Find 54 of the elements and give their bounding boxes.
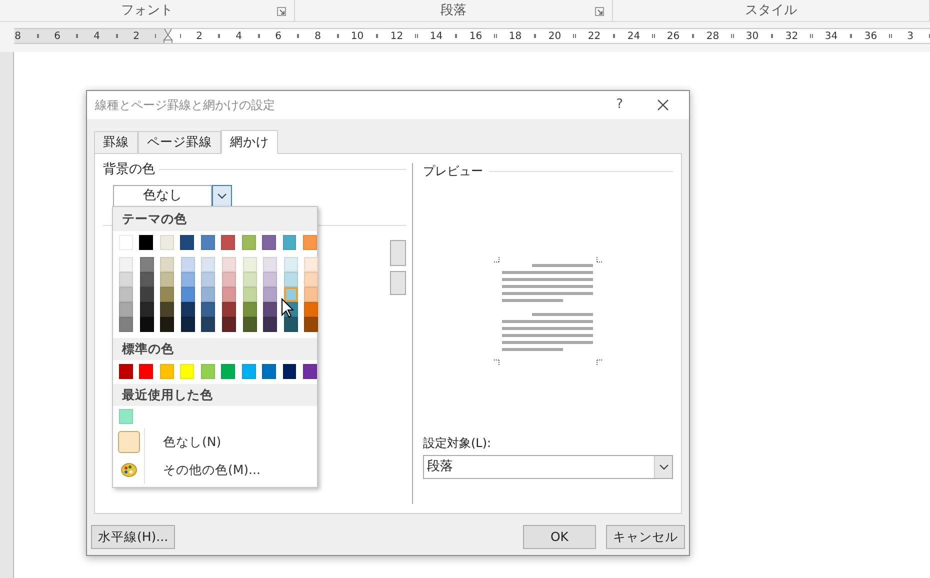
- ruler-number: 20: [548, 30, 562, 43]
- indent-marker-icon[interactable]: [162, 29, 173, 43]
- apply-to-select[interactable]: 段落: [423, 455, 673, 479]
- group-label: スタイル: [745, 2, 797, 20]
- chevron-down-icon: [217, 192, 227, 198]
- dialog-launcher-icon[interactable]: [595, 7, 604, 16]
- section-label: プレビュー: [423, 163, 483, 180]
- color-select[interactable]: 色なし: [113, 184, 212, 206]
- ruler-number: 4: [94, 30, 100, 43]
- group-label: 段落: [440, 2, 466, 20]
- group-label: フォント: [121, 2, 173, 20]
- palette-heading: 最近使用した色: [113, 384, 317, 406]
- ruler-number: 2: [133, 30, 140, 43]
- menu-item[interactable]: その他の色(M)...: [113, 456, 317, 484]
- help-button[interactable]: ?: [616, 95, 623, 115]
- ruler-number: 6: [275, 30, 282, 43]
- ruler-number: 36: [864, 30, 878, 43]
- dialog-launcher-icon[interactable]: [277, 7, 286, 16]
- color-swatch[interactable]: [284, 287, 298, 302]
- ruler-number: 8: [314, 30, 321, 43]
- color-palette-icon: [120, 463, 136, 477]
- ruler-number: 26: [666, 30, 680, 43]
- section-label: 背景の色: [103, 161, 155, 179]
- ruler-number: 4: [236, 30, 242, 43]
- tab[interactable]: 罫線: [94, 131, 138, 153]
- window-title: 線種とページ罫線と網かけの設定: [95, 97, 276, 114]
- palette-heading: テーマの色: [113, 207, 317, 231]
- dropdown-button[interactable]: [212, 184, 232, 206]
- dialog-button[interactable]: OK: [523, 525, 596, 549]
- ruler-number: 28: [706, 30, 720, 43]
- close-icon[interactable]: [657, 99, 669, 111]
- ruler-number: 8: [14, 30, 21, 43]
- palette-heading: 標準の色: [113, 338, 317, 360]
- ruler-number: 16: [469, 30, 482, 43]
- dialog-button[interactable]: 水平線(H)...: [91, 525, 176, 549]
- ruler-number: 14: [430, 30, 443, 43]
- tab[interactable]: 網かけ: [221, 130, 278, 154]
- ruler-number: 30: [746, 30, 759, 43]
- ruler-number: 6: [54, 30, 60, 43]
- dialog-button[interactable]: キャンセル: [606, 525, 685, 549]
- ruler-number: 24: [627, 30, 640, 43]
- ruler-number: 18: [508, 30, 522, 43]
- ruler-number: 12: [390, 30, 404, 43]
- field-label: 設定対象(L):: [423, 435, 492, 452]
- ruler-number: 34: [824, 30, 838, 43]
- ruler-number: 32: [785, 30, 798, 43]
- ruler-number: 10: [350, 30, 364, 43]
- chevron-down-icon: [658, 464, 668, 470]
- ruler-number: 22: [588, 30, 601, 43]
- menu-item[interactable]: 色なし(N): [113, 428, 317, 456]
- tab[interactable]: ページ罫線: [138, 131, 221, 153]
- ruler-number: 2: [196, 30, 202, 43]
- ruler-number: 3: [907, 30, 914, 43]
- mouse-cursor-icon: [281, 298, 294, 318]
